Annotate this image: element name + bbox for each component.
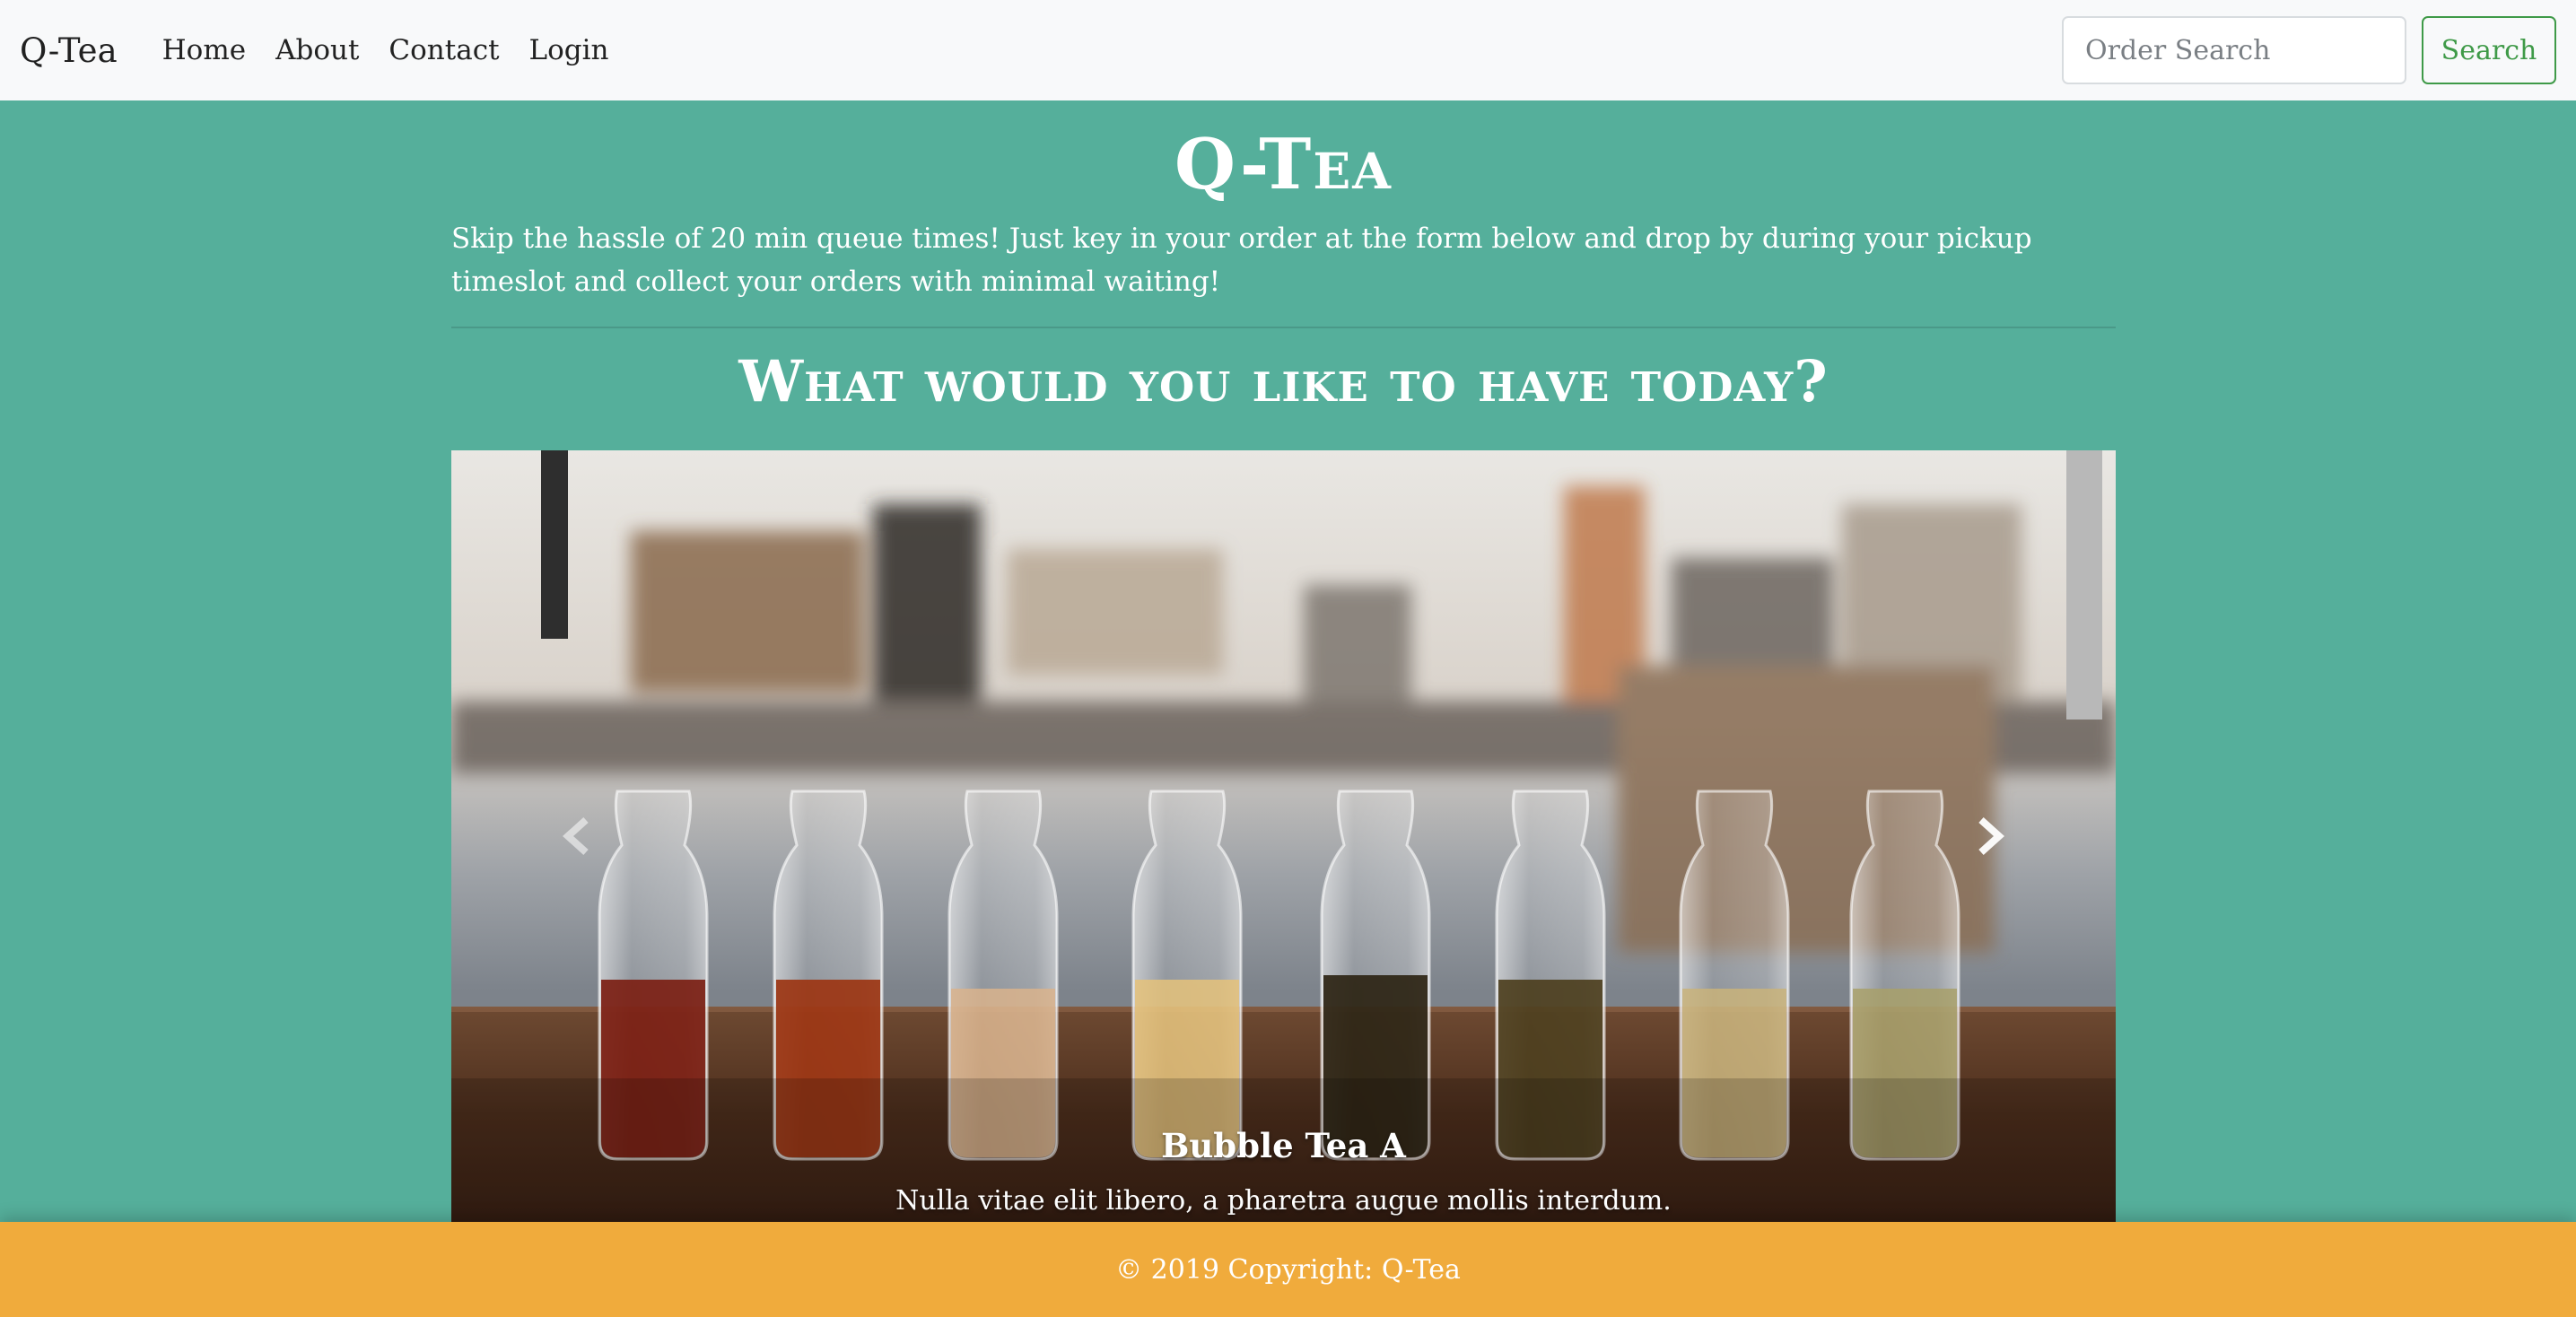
slide-text: Nulla vitae elit libero, a pharetra augu… (895, 1185, 1672, 1217)
hero-description: Skip the hassle of 20 min queue times! J… (451, 222, 2032, 298)
footer-copyright: © 2019 Copyright: Q-Tea (1115, 1253, 1461, 1286)
slide-title: Bubble Tea A (1161, 1126, 1406, 1165)
navbar-brand[interactable]: Q-Tea (20, 31, 118, 70)
page-title: Q-Tea (1174, 124, 1393, 205)
chevron-right-icon (1978, 817, 2004, 855)
nav-link-login[interactable]: Login (529, 34, 609, 66)
order-search-input[interactable] (2062, 16, 2406, 84)
carousel-prev-button[interactable] (451, 450, 703, 1222)
nav-link-about[interactable]: About (275, 34, 359, 66)
nav-links: Home About Contact Login (162, 34, 609, 66)
carousel-next-button[interactable] (1864, 450, 2116, 1222)
product-carousel: Bubble Tea A Nulla vitae elit libero, a … (451, 450, 2116, 1222)
carousel-caption: Bubble Tea A Nulla vitae elit libero, a … (451, 1126, 2116, 1222)
footer: © 2019 Copyright: Q-Tea (0, 1222, 2576, 1317)
main-content: Q-Tea Skip the hassle of 20 min queue ti… (451, 100, 2116, 436)
section-title: What would you like to have today? (738, 348, 1829, 415)
navbar: Q-Tea Home About Contact Login Search (0, 0, 2576, 100)
nav-link-contact[interactable]: Contact (389, 34, 499, 66)
chevron-left-icon (563, 817, 589, 855)
search-form: Search (2062, 16, 2556, 84)
search-button[interactable]: Search (2422, 16, 2556, 84)
nav-link-home[interactable]: Home (162, 34, 246, 66)
